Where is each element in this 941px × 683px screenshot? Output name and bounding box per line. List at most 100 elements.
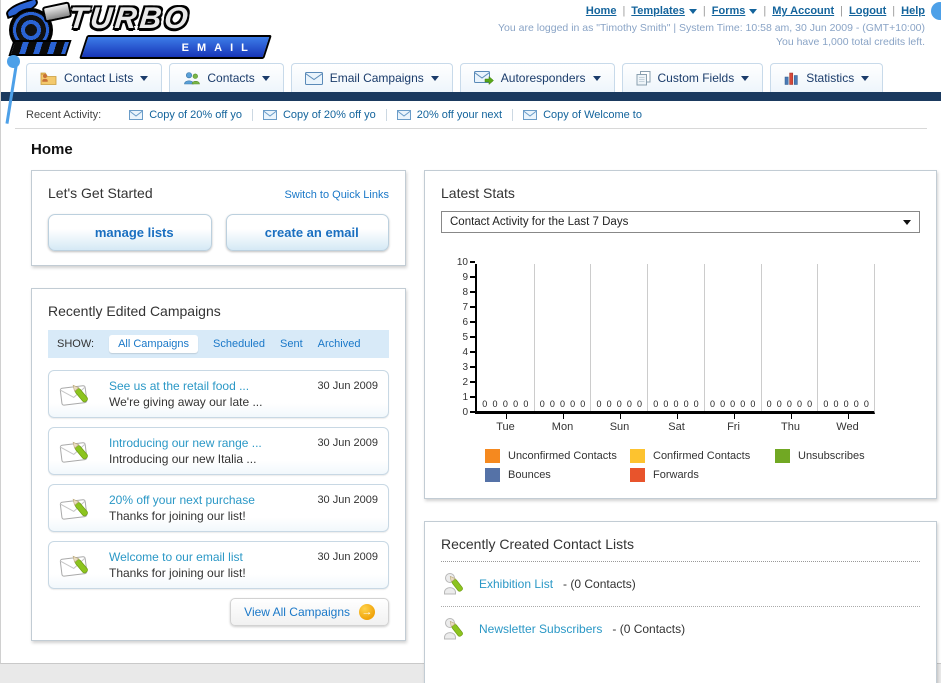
campaign-title-link[interactable]: 20% off your next purchase — [109, 493, 255, 507]
recent-contact-lists-panel: Recently Created Contact Lists Exhibitio… — [424, 521, 937, 683]
campaign-row[interactable]: 20% off your next purchase Thanks for joi… — [48, 484, 389, 532]
recent-activity-item[interactable]: Copy of Welcome to — [513, 109, 652, 121]
campaign-row[interactable]: Introducing our new range ... Introducing… — [48, 427, 389, 475]
campaign-subtitle: Thanks for joining our list! — [109, 509, 246, 523]
legend-label: Unsubscribes — [798, 450, 865, 462]
bar-value-label: 0 — [570, 399, 576, 409]
chart-day-group: 00000 — [647, 264, 704, 411]
bar-value-label: 0 — [673, 399, 679, 409]
top-nav-forms[interactable]: Forms — [712, 5, 758, 17]
view-all-campaigns-label: View All Campaigns — [244, 605, 350, 619]
bar-value-label: 0 — [693, 399, 699, 409]
campaign-texts: Welcome to our email list Thanks for join… — [109, 549, 246, 581]
chart-day-group: 00000 — [817, 264, 874, 411]
tab-label: Statistics — [806, 71, 855, 85]
campaign-title-link[interactable]: Introducing our new range ... — [109, 436, 262, 450]
bar-value-label: 0 — [709, 399, 715, 409]
x-axis-label: Thu — [762, 414, 819, 433]
create-an-email-button[interactable]: create an email — [225, 214, 389, 251]
contact-list-name-link[interactable]: Newsletter Subscribers — [479, 622, 602, 636]
bar-value-label: 0 — [560, 399, 566, 409]
folder-user-icon — [40, 71, 57, 85]
tab-email-campaigns[interactable]: Email Campaigns — [290, 63, 453, 92]
y-axis-tick-label: 3 — [462, 361, 475, 373]
tab-custom-fields[interactable]: Custom Fields — [621, 63, 764, 92]
contact-list-item[interactable]: Exhibition List - (0 Contacts) — [441, 562, 920, 607]
contact-list-item[interactable]: Newsletter Subscribers - (0 Contacts) — [441, 607, 920, 651]
legend-swatch — [630, 449, 645, 463]
bar-value-labels: 00000 — [818, 399, 874, 409]
campaign-date: 30 Jun 2009 — [317, 494, 378, 506]
x-axis-label: Tue — [477, 414, 534, 433]
top-nav-home[interactable]: Home — [586, 5, 617, 17]
chevron-down-icon — [741, 75, 750, 81]
latest-stats-panel: Latest Stats Contact Activity for the La… — [424, 170, 937, 499]
separator: | — [702, 5, 706, 17]
campaign-texts: 20% off your next purchase Thanks for joi… — [109, 492, 255, 524]
latest-stats-title: Latest Stats — [441, 185, 515, 201]
stats-report-dropdown[interactable]: Contact Activity for the Last 7 Days — [441, 211, 920, 233]
legend-swatch — [485, 449, 500, 463]
chart-legend: Unconfirmed Contacts Confirmed Contacts Un… — [485, 449, 920, 482]
filter-sent[interactable]: Sent — [280, 338, 303, 350]
campaign-title-link[interactable]: Welcome to our email list — [109, 550, 243, 564]
bar-value-label: 0 — [502, 399, 508, 409]
get-started-title: Let's Get Started — [48, 185, 153, 201]
top-nav-templates[interactable]: Templates — [631, 5, 697, 17]
tab-label: Contacts — [207, 71, 255, 85]
envelope-pencil-icon — [59, 550, 99, 580]
recent-activity-item[interactable]: 20% off your next — [387, 108, 514, 121]
campaign-texts: Introducing our new range ... Introducing… — [109, 435, 262, 467]
tab-label: Autoresponders — [500, 71, 586, 85]
bar-value-label: 0 — [683, 399, 689, 409]
filter-scheduled[interactable]: Scheduled — [213, 338, 265, 350]
separator: | — [622, 5, 626, 17]
y-axis-tick-label: 1 — [462, 391, 475, 403]
recent-contact-lists-title: Recently Created Contact Lists — [441, 536, 634, 552]
recent-activity-item[interactable]: Copy of 20% off yo — [253, 108, 387, 121]
page: TURBO EMAIL Home | Templates | Forms | My Acco… — [0, 0, 941, 683]
legend-label: Forwards — [653, 469, 699, 481]
chart-day-group: 00000 — [477, 264, 534, 411]
filter-all-campaigns[interactable]: All Campaigns — [109, 335, 198, 353]
bar-value-labels: 00000 — [648, 399, 704, 409]
tab-statistics[interactable]: Statistics — [770, 63, 884, 92]
contact-list-name-link[interactable]: Exhibition List — [479, 577, 553, 591]
recent-activity-item[interactable]: Copy of 20% off yo — [119, 108, 253, 121]
legend-item-bounces: Bounces — [485, 468, 630, 482]
content: Home Let's Get Started Switch to Quick L… — [1, 129, 941, 683]
bar-value-label: 0 — [797, 399, 803, 409]
campaign-row[interactable]: See us at the retail food ... We're givin… — [48, 370, 389, 418]
small-envelope-icon — [523, 109, 538, 120]
manage-lists-button[interactable]: manage lists — [48, 214, 212, 251]
bar-value-label: 0 — [636, 399, 642, 409]
small-envelope-icon — [129, 109, 144, 120]
tab-contacts[interactable]: Contacts — [169, 63, 284, 92]
contact-list-detail: - (0 Contacts) — [612, 622, 686, 636]
chart-x-axis: Tue Mon Sun Sat Fri Thu Wed — [477, 414, 877, 433]
chevron-down-icon — [861, 75, 870, 81]
tab-autoresponders[interactable]: Autoresponders — [459, 63, 615, 92]
chevron-down-icon — [749, 8, 758, 14]
top-nav: Home | Templates | Forms | My Account | Logout | H… — [586, 5, 925, 17]
bar-value-label: 0 — [786, 399, 792, 409]
bar-value-label: 0 — [626, 399, 632, 409]
campaign-title-link[interactable]: See us at the retail food ... — [109, 379, 249, 393]
envelope-pencil-icon — [59, 379, 99, 409]
top-nav-my-account[interactable]: My Account — [772, 5, 834, 17]
legend-label: Unconfirmed Contacts — [508, 450, 617, 462]
tab-contact-lists[interactable]: Contact Lists — [26, 63, 163, 92]
top-nav-help[interactable]: Help — [901, 5, 925, 17]
filter-archived[interactable]: Archived — [318, 338, 361, 350]
arrow-circle-icon: → — [359, 604, 375, 620]
bar-value-label: 0 — [740, 399, 746, 409]
blue-bubble-decoration — [931, 2, 941, 20]
separator: | — [892, 5, 896, 17]
campaign-row[interactable]: Welcome to our email list Thanks for join… — [48, 541, 389, 589]
separator: | — [840, 5, 844, 17]
view-all-campaigns-button[interactable]: View All Campaigns → — [230, 598, 389, 626]
switch-to-quick-links-link[interactable]: Switch to Quick Links — [284, 189, 389, 201]
legend-swatch — [630, 468, 645, 482]
bar-value-label: 0 — [823, 399, 829, 409]
top-nav-logout[interactable]: Logout — [849, 5, 886, 17]
